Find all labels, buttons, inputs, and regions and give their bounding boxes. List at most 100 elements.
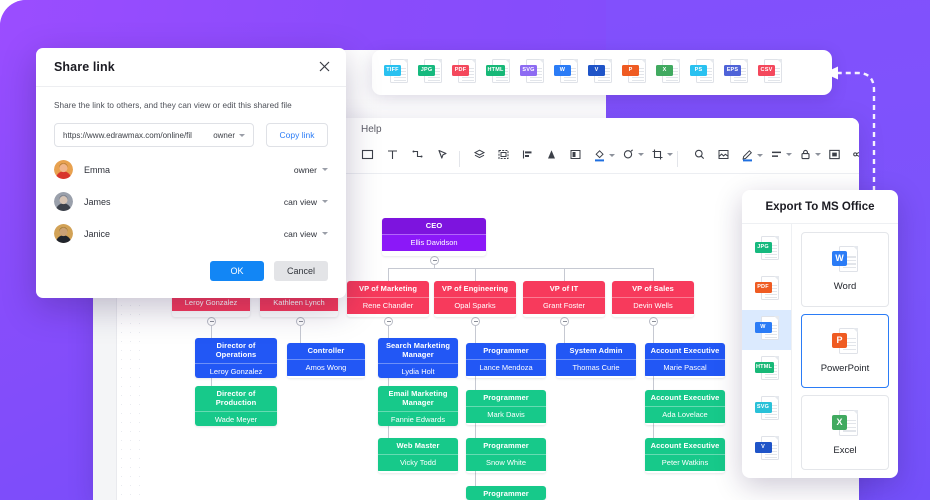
org-node[interactable]: Leroy Gonzalez: [172, 295, 250, 317]
format-icon-svg[interactable]: SVG: [520, 58, 544, 87]
format-icon-jpg[interactable]: JPG: [418, 58, 442, 87]
align-center-icon[interactable]: [545, 148, 558, 161]
ok-button[interactable]: OK: [210, 261, 264, 281]
line-spacing-icon[interactable]: [770, 148, 792, 161]
export-rail-item-v[interactable]: V: [742, 430, 791, 470]
collapse-toggle[interactable]: [471, 317, 480, 326]
export-card-word[interactable]: W Word: [801, 232, 889, 307]
format-icon-p[interactable]: P: [622, 58, 646, 87]
lock-icon[interactable]: [799, 148, 821, 161]
org-node[interactable]: VP of Engineering Opal Sparks: [434, 281, 516, 317]
format-icon-v: V: [754, 436, 779, 464]
org-node[interactable]: Account Executive Marie Pascal: [645, 343, 725, 378]
collapse-toggle[interactable]: [296, 317, 305, 326]
org-node[interactable]: CEO Ellis Davidson: [382, 218, 486, 256]
cancel-button[interactable]: Cancel: [274, 261, 328, 281]
export-card-excel[interactable]: X Excel: [801, 395, 889, 471]
list-item[interactable]: Janice can view: [54, 224, 328, 243]
format-icon-ps[interactable]: PS: [690, 58, 714, 87]
format-icon-csv[interactable]: CSV: [758, 58, 782, 87]
org-node-name: Peter Watkins: [645, 453, 725, 472]
format-icon-v[interactable]: V: [588, 58, 612, 87]
rectangle-icon[interactable]: [361, 148, 374, 161]
text-icon[interactable]: [386, 148, 399, 161]
share-link-input[interactable]: https://www.edrawmax.com/online/fil owne…: [54, 123, 254, 147]
org-node[interactable]: VP of IT Grant Foster: [523, 281, 605, 317]
align-frame-icon[interactable]: [569, 148, 582, 161]
dialog-description: Share the link to others, and they can v…: [54, 101, 292, 110]
dialog-body: Share the link to others, and they can v…: [36, 87, 346, 281]
avatar: [54, 224, 73, 243]
insert-image-icon[interactable]: [717, 148, 730, 161]
format-icon-pdf[interactable]: PDF: [452, 58, 476, 87]
connector-line: [300, 326, 301, 340]
image-frame-icon[interactable]: [497, 148, 510, 161]
org-node[interactable]: VP of Sales Devin Wells: [612, 281, 694, 317]
connector-icon[interactable]: [411, 148, 424, 161]
menu-item-help[interactable]: Help: [361, 124, 382, 135]
org-node[interactable]: Search Marketing Manager Lydia Holt: [378, 338, 458, 378]
org-node[interactable]: Account Executive Ada Lovelace: [645, 390, 725, 425]
export-rail-item-jpg[interactable]: JPG: [742, 230, 791, 270]
list-item[interactable]: James can view: [54, 192, 328, 211]
pen-color-icon[interactable]: [741, 148, 763, 163]
org-node-name: Grant Foster: [523, 296, 605, 315]
person-role-select[interactable]: owner: [294, 165, 328, 175]
org-node[interactable]: Web Master Vicky Todd: [378, 438, 458, 473]
collapse-toggle[interactable]: [430, 256, 439, 265]
format-icon-html[interactable]: HTML: [486, 58, 510, 87]
org-node-name: Lance Mendoza: [466, 358, 546, 377]
close-icon[interactable]: [317, 59, 332, 74]
export-rail-item-pdf[interactable]: PDF: [742, 270, 791, 310]
org-node[interactable]: Email Marketing Manager Fannie Edwards: [378, 386, 458, 426]
layers-icon[interactable]: [473, 148, 486, 161]
org-node[interactable]: Programmer Mark Davis: [466, 390, 546, 425]
collapse-toggle[interactable]: [649, 317, 658, 326]
align-left-icon[interactable]: [521, 148, 534, 161]
format-icon-label: W: [554, 64, 571, 76]
person-role-select[interactable]: can view: [284, 229, 328, 239]
format-icon-eps[interactable]: EPS: [724, 58, 748, 87]
list-item[interactable]: Emma owner: [54, 160, 328, 179]
org-node[interactable]: System Admin Thomas Curie: [556, 343, 636, 378]
collapse-toggle[interactable]: [384, 317, 393, 326]
format-icon-x[interactable]: X: [656, 58, 680, 87]
org-node[interactable]: Programmer Lance Mendoza: [466, 343, 546, 378]
org-node-name: Rene Chandler: [347, 296, 429, 315]
fill-color-icon[interactable]: [593, 148, 615, 163]
export-card-badge: X: [832, 414, 847, 430]
shape-style-icon[interactable]: [622, 148, 644, 161]
share-options-icon[interactable]: [852, 148, 859, 161]
format-icon-label: P: [622, 64, 639, 76]
org-node[interactable]: Programmer: [466, 486, 546, 500]
org-node[interactable]: Director of Production Wade Meyer: [195, 386, 277, 426]
powerpoint-icon: P: [832, 328, 858, 358]
pointer-icon[interactable]: [436, 148, 449, 161]
org-node[interactable]: Kathleen Lynch: [260, 295, 338, 317]
share-link-role-select[interactable]: owner: [213, 131, 245, 140]
format-icon-list: TIFF JPG PDF HTML SVG W V P X PS EPS CSV: [384, 58, 782, 87]
format-icon-w[interactable]: W: [554, 58, 578, 87]
export-card-powerpoint[interactable]: P PowerPoint: [801, 313, 889, 389]
format-icon-tiff[interactable]: TIFF: [384, 58, 408, 87]
frame-icon[interactable]: [828, 148, 841, 161]
org-node[interactable]: Account Executive Peter Watkins: [645, 438, 725, 473]
avatar: [54, 192, 73, 211]
org-node[interactable]: VP of Marketing Rene Chandler: [347, 281, 429, 317]
person-role-select[interactable]: can view: [284, 197, 328, 207]
zoom-icon[interactable]: [693, 148, 706, 161]
org-node[interactable]: Director of Operations Leroy Gonzalez: [195, 338, 277, 378]
toolbar-divider: [677, 151, 678, 167]
collapse-toggle[interactable]: [207, 317, 216, 326]
collapse-toggle[interactable]: [560, 317, 569, 326]
format-icon-label: SVG: [520, 64, 537, 76]
export-rail-item-html[interactable]: HTML: [742, 350, 791, 390]
export-panel-body: JPG PDF W HTML SVG V W Word P PowerPoint X Excel: [742, 224, 898, 478]
export-rail-item-svg[interactable]: SVG: [742, 390, 791, 430]
crop-icon[interactable]: [651, 148, 673, 161]
copy-link-button[interactable]: Copy link: [266, 123, 328, 147]
org-node[interactable]: Programmer Snow White: [466, 438, 546, 473]
export-rail-item-w[interactable]: W: [742, 310, 791, 350]
org-node-title: Email Marketing Manager: [378, 386, 458, 411]
org-node[interactable]: Controller Amos Wong: [287, 343, 365, 378]
